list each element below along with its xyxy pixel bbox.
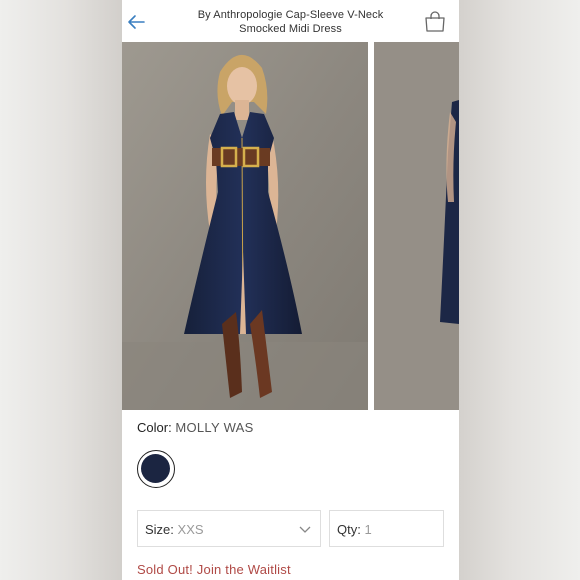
quantity-field[interactable]: Qty: 1 — [329, 510, 444, 547]
product-title: By Anthropologie Cap-Sleeve V-Neck Smock… — [197, 9, 384, 35]
color-label: Color: — [137, 420, 172, 435]
size-value: XXS — [177, 522, 204, 537]
size-label: Size: — [145, 522, 174, 537]
backdrop-left — [0, 0, 122, 580]
size-dropdown[interactable]: Size: XXS — [137, 510, 321, 547]
color-swatch-fill — [141, 454, 170, 483]
app-screen: By Anthropologie Cap-Sleeve V-Neck Smock… — [122, 0, 459, 580]
top-bar: By Anthropologie Cap-Sleeve V-Neck Smock… — [122, 0, 459, 42]
join-waitlist-link[interactable]: Sold Out! Join the Waitlist — [137, 562, 291, 577]
backdrop-right — [459, 0, 580, 580]
product-image-main[interactable] — [122, 42, 368, 410]
color-selection-label: Color: MOLLY WAS — [137, 420, 254, 435]
color-swatch-selected[interactable] — [137, 450, 175, 488]
back-arrow-icon[interactable] — [124, 10, 148, 34]
qty-text: Qty: 1 — [337, 522, 372, 537]
color-value: MOLLY WAS — [175, 420, 254, 435]
product-image-next[interactable] — [374, 42, 459, 410]
qty-label: Qty: — [337, 522, 361, 537]
shopping-bag-icon[interactable] — [422, 10, 448, 34]
qty-value: 1 — [364, 522, 372, 537]
size-text: Size: XXS — [145, 522, 204, 537]
chevron-down-icon — [298, 523, 312, 535]
